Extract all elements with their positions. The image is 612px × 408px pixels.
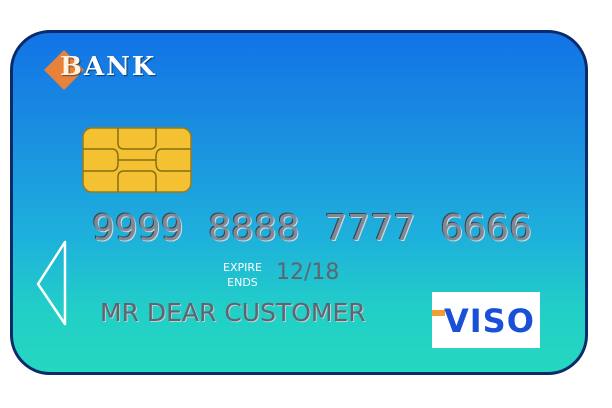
bank-name-initial: B	[60, 52, 84, 82]
left-arrow-icon	[36, 240, 67, 326]
card-number: 9999 8888 7777 6666	[92, 208, 532, 249]
bank-name-rest: ANK	[83, 52, 157, 82]
cardholder-name: MR DEAR CUSTOMER	[100, 298, 366, 327]
card-number-group: 7777	[324, 208, 416, 249]
expire-label-line2: ENDS	[227, 276, 258, 289]
card-number-group: 9999	[92, 208, 184, 249]
bank-name: BANK	[60, 52, 157, 82]
expire-label-line1: EXPIRE	[223, 261, 262, 274]
expire-label: EXPIRE ENDS	[223, 260, 262, 290]
card-number-group: 8888	[208, 208, 300, 249]
network-name: VISO	[444, 302, 535, 340]
expiry-date: 12/18	[276, 260, 340, 285]
card-number-group: 6666	[440, 208, 532, 249]
network-logo: VISO	[432, 292, 540, 348]
chip-icon	[82, 127, 192, 193]
